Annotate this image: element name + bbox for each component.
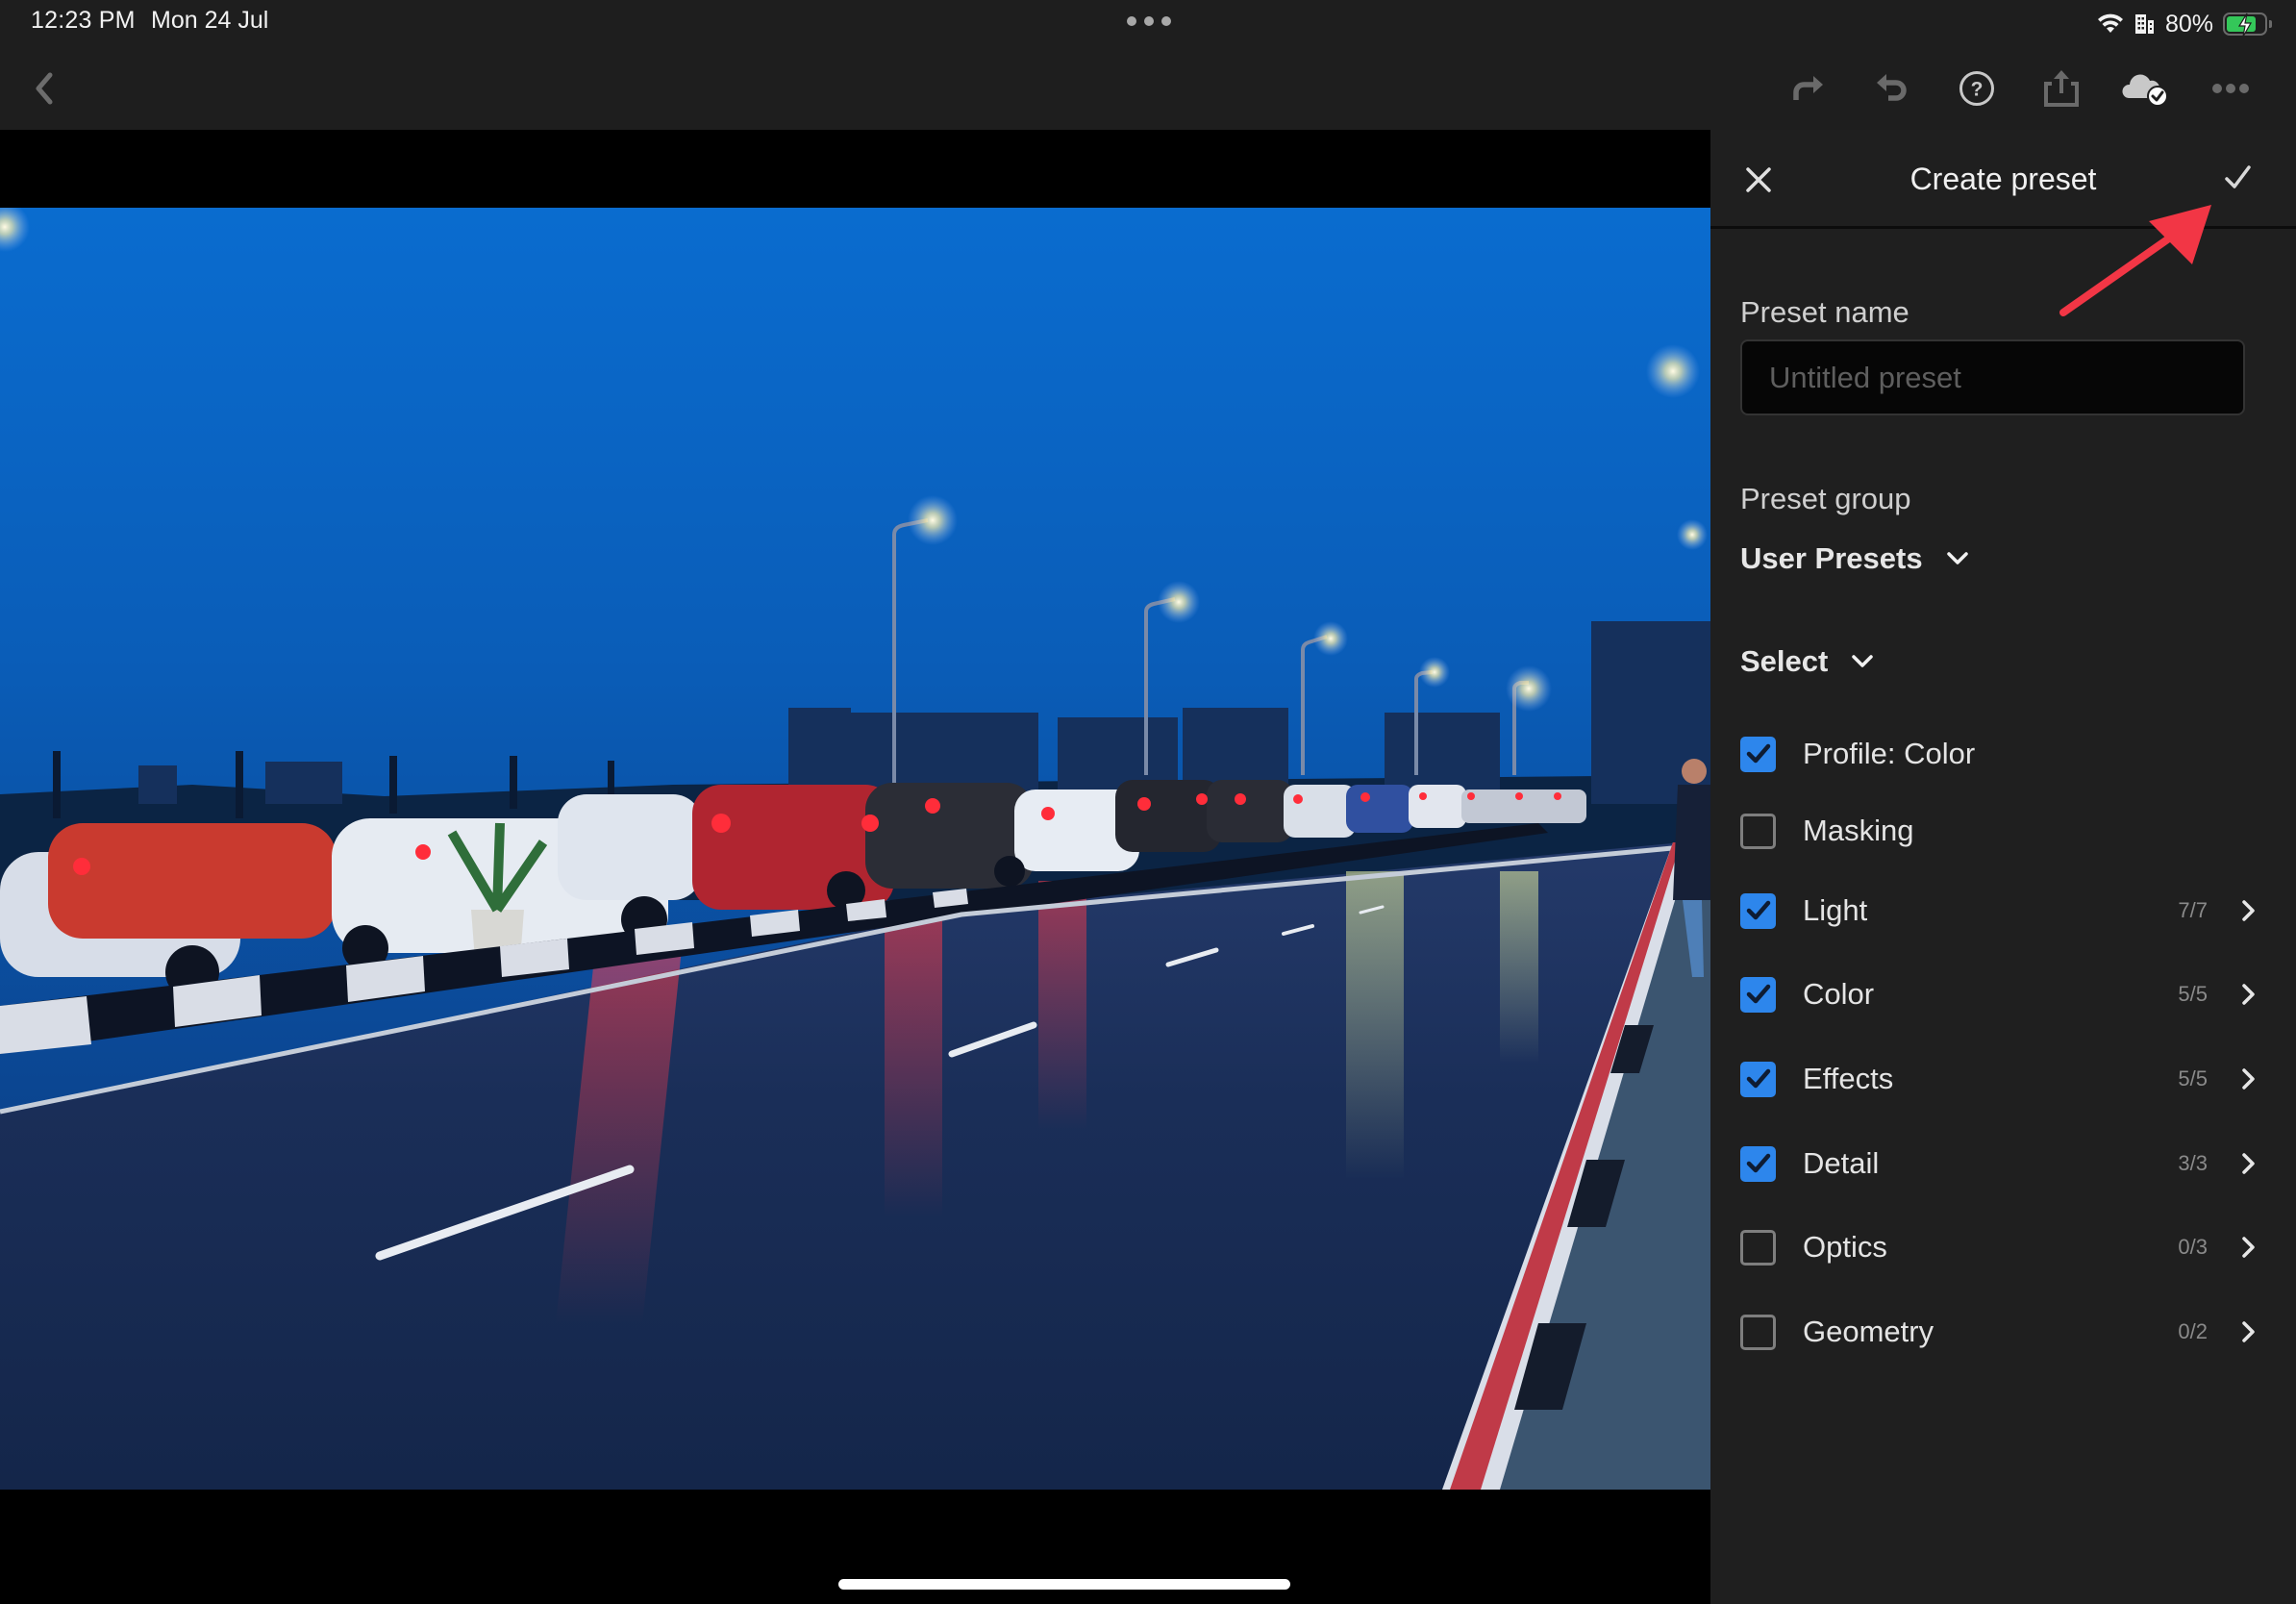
option-count: 0/3 (2178, 1235, 2208, 1259)
option-label: Optics (1803, 1230, 1887, 1264)
option-count: 5/5 (2178, 1066, 2208, 1090)
option-label: Color (1803, 977, 1875, 1011)
multitasking-dots-icon[interactable] (1127, 16, 1171, 26)
chevron-right-icon[interactable] (2236, 896, 2259, 925)
option-row-geometry[interactable]: Geometry 0/2 (1740, 1303, 2259, 1361)
chevron-right-icon[interactable] (2236, 980, 2259, 1009)
undo-icon (1877, 74, 1907, 101)
option-label: Detail (1803, 1146, 1880, 1180)
status-bar: 12:23 PM Mon 24 Jul 80% (0, 0, 2296, 46)
checkbox-unchecked[interactable] (1740, 813, 1776, 849)
cellular-icon (2134, 14, 2154, 34)
checkbox-checked[interactable] (1740, 1061, 1776, 1097)
share-icon (2044, 70, 2079, 107)
confirm-button[interactable] (2218, 159, 2257, 197)
option-label: Masking (1803, 814, 1914, 847)
option-row-color[interactable]: Color 5/5 (1740, 965, 2259, 1023)
checkbox-checked[interactable] (1740, 976, 1776, 1013)
svg-text:?: ? (1971, 79, 1984, 101)
option-row-masking[interactable]: Masking (1740, 802, 2259, 860)
checkmark-icon (1746, 984, 1770, 1004)
option-label: Geometry (1803, 1315, 1934, 1348)
photo-canvas[interactable] (0, 130, 1710, 1604)
checkmark-icon (1746, 1068, 1770, 1089)
chevron-down-icon (1946, 552, 1968, 564)
create-preset-panel: Create preset Preset name Preset group U… (1710, 130, 2296, 1604)
preset-group-value: User Presets (1740, 541, 1923, 575)
option-row-detail[interactable]: Detail 3/3 (1740, 1135, 2259, 1192)
panel-title: Create preset (1909, 162, 2097, 196)
cloud-synced-icon (2122, 74, 2168, 107)
select-label: Select (1740, 644, 1829, 678)
option-label: Effects (1803, 1062, 1894, 1095)
photo-preview[interactable] (0, 208, 1710, 1490)
more-button[interactable] (2188, 60, 2273, 117)
photo-scene (0, 208, 1710, 1490)
chevron-right-icon[interactable] (2236, 1317, 2259, 1346)
back-button[interactable] (29, 67, 58, 110)
chevron-right-icon[interactable] (2236, 1233, 2259, 1262)
panel-header: Create preset (1710, 130, 2296, 229)
preset-group-dropdown[interactable]: User Presets (1740, 541, 1969, 576)
option-label: Profile: Color (1803, 737, 1976, 770)
battery-percent: 80% (2164, 10, 2213, 38)
chevron-right-icon[interactable] (2236, 1065, 2259, 1093)
checkmark-icon (1746, 743, 1770, 764)
select-dropdown[interactable]: Select (1740, 644, 1874, 679)
option-row-light[interactable]: Light 7/7 (1740, 882, 2259, 940)
status-indicators: 80% (2096, 8, 2272, 40)
chevron-left-icon (36, 72, 53, 105)
cloud-sync-button[interactable] (2104, 60, 2188, 117)
option-row-effects[interactable]: Effects 5/5 (1740, 1050, 2259, 1108)
option-count: 3/3 (2178, 1151, 2208, 1175)
preset-group-label: Preset group (1740, 482, 1911, 515)
checkmark-icon (1746, 900, 1770, 920)
redo-button[interactable] (1765, 60, 1850, 117)
preset-name-input[interactable] (1740, 339, 2245, 415)
chevron-down-icon (1852, 655, 1874, 667)
chevron-right-icon[interactable] (2236, 1149, 2259, 1178)
help-button[interactable]: ? (1934, 60, 2019, 117)
home-indicator[interactable] (838, 1579, 1290, 1590)
battery-charging-icon (2223, 13, 2272, 38)
status-date: Mon 24 Jul (151, 7, 269, 34)
option-label: Light (1803, 893, 1868, 927)
wifi-icon (2097, 13, 2123, 33)
option-row-profile-color[interactable]: Profile: Color (1740, 725, 2259, 783)
checkbox-checked[interactable] (1740, 1145, 1776, 1182)
checkmark-icon (1746, 1153, 1770, 1173)
checkbox-checked[interactable] (1740, 892, 1776, 929)
option-count: 0/2 (2178, 1319, 2208, 1343)
app-toolbar: ? (0, 46, 2296, 130)
status-time: 12:23 PM (31, 7, 136, 34)
undo-button[interactable] (1850, 60, 1934, 117)
more-horizontal-icon (2212, 84, 2249, 93)
option-count: 7/7 (2178, 898, 2208, 922)
checkbox-unchecked[interactable] (1740, 1314, 1776, 1350)
help-circle-icon: ? (1959, 71, 1994, 106)
redo-icon (1793, 76, 1823, 100)
preset-name-label: Preset name (1740, 295, 1909, 329)
checkbox-unchecked[interactable] (1740, 1229, 1776, 1266)
checkbox-checked[interactable] (1740, 736, 1776, 772)
checkmark-icon (2225, 165, 2251, 188)
option-count: 5/5 (2178, 982, 2208, 1006)
share-button[interactable] (2019, 60, 2104, 117)
option-row-optics[interactable]: Optics 0/3 (1740, 1218, 2259, 1276)
